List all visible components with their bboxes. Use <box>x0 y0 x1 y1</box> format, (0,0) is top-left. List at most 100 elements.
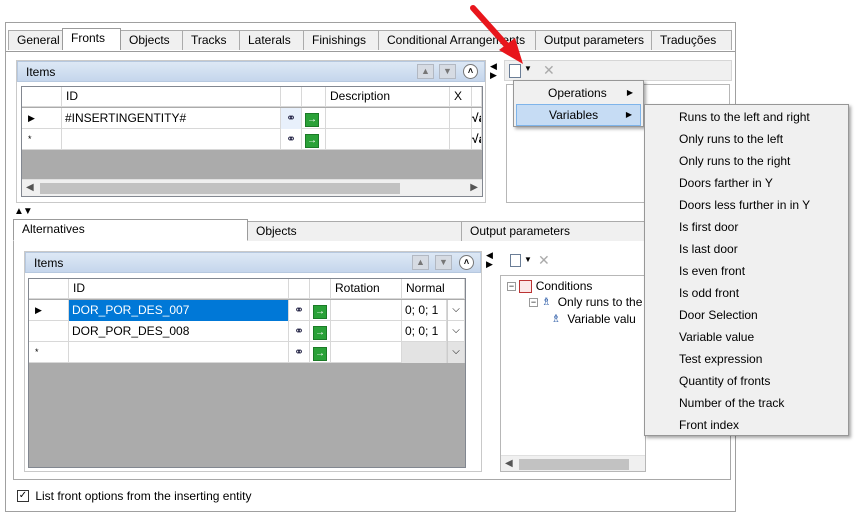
col-x[interactable]: X <box>450 87 472 107</box>
table-row[interactable]: * ⚭ → √a <box>22 129 482 150</box>
normal-cell[interactable]: 0; 0; 1 <box>402 300 447 321</box>
binoculars-icon[interactable]: ⚭ <box>289 321 310 342</box>
col-description[interactable]: Description <box>326 87 450 107</box>
submenu-arrow-icon: ▶ <box>625 110 632 119</box>
col-id[interactable]: ID <box>62 87 281 107</box>
x-cell[interactable] <box>450 108 472 129</box>
scroll-left-icon[interactable]: ◀ <box>505 458 513 469</box>
menu-item-only-runs-right[interactable]: Only runs to the right <box>647 150 846 172</box>
binoculars-icon[interactable]: ⚭ <box>281 108 302 129</box>
tree-hscrollbar[interactable]: ◀ <box>501 455 645 471</box>
collapse-icon[interactable]: ˄ <box>459 255 474 270</box>
menu-item-door-selection[interactable]: Door Selection <box>647 304 846 326</box>
description-cell[interactable] <box>326 108 450 129</box>
table-row[interactable]: * ⚭ → ⌵ <box>29 342 465 363</box>
menu-item-doors-farther-y[interactable]: Doors farther in Y <box>647 172 846 194</box>
conditions-tree[interactable]: − Conditions − ♗ Only runs to the r ♗ Va… <box>500 275 646 472</box>
delete-icon[interactable]: ✕ <box>543 62 555 79</box>
new-document-icon[interactable] <box>510 254 521 267</box>
binoculars-icon[interactable]: ⚭ <box>289 342 310 363</box>
list-front-options-checkbox[interactable]: ✓ List front options from the inserting … <box>17 488 251 503</box>
menu-item-runs-left-right[interactable]: Runs to the left and right <box>647 106 846 128</box>
description-cell[interactable] <box>326 129 450 150</box>
formula-icon[interactable]: √a <box>472 129 482 150</box>
scroll-right-icon[interactable]: ▶ <box>470 182 478 193</box>
id-cell[interactable] <box>62 129 281 150</box>
scroll-thumb[interactable] <box>519 459 629 470</box>
normal-cell[interactable] <box>402 342 447 363</box>
table-row[interactable]: ▶ DOR_POR_DES_007 ⚭ → 0; 0; 1 ⌵ <box>29 300 465 321</box>
normal-cell[interactable]: 0; 0; 1 <box>402 321 447 342</box>
scroll-thumb[interactable] <box>40 183 400 194</box>
bottom-items-grid: ID Rotation Normal ▶ DOR_POR_DES_007 ⚭ →… <box>28 278 466 468</box>
move-down-button[interactable]: ▼ <box>439 64 456 79</box>
splitter-updown-icon[interactable]: ▲▼ <box>14 206 33 217</box>
tab-tracks[interactable]: Tracks <box>182 30 240 50</box>
tab-objects[interactable]: Objects <box>120 30 183 50</box>
collapse-node-icon[interactable]: − <box>529 298 538 308</box>
menu-item-quantity-of-fronts[interactable]: Quantity of fronts <box>647 370 846 392</box>
tab-fronts[interactable]: Fronts <box>62 28 121 50</box>
menu-item-test-expression[interactable]: Test expression <box>647 348 846 370</box>
tree-node-conditions[interactable]: − Conditions <box>507 279 592 294</box>
tree-node-only-runs[interactable]: − ♗ Only runs to the r <box>529 295 646 309</box>
col-normal[interactable]: Normal <box>402 279 465 299</box>
menu-item-is-first-door[interactable]: Is first door <box>647 216 846 238</box>
delete-icon[interactable]: ✕ <box>538 252 550 269</box>
move-up-button[interactable]: ▲ <box>417 64 434 79</box>
chevron-down-icon[interactable]: ⌵ <box>447 321 465 342</box>
chevron-down-icon[interactable]: ⌵ <box>447 300 465 321</box>
rotation-cell[interactable] <box>331 321 402 342</box>
binoculars-icon[interactable]: ⚭ <box>281 129 302 150</box>
tab-output-parameters[interactable]: Output parameters <box>535 30 652 50</box>
tab-laterals[interactable]: Laterals <box>239 30 304 50</box>
menu-item-is-last-door[interactable]: Is last door <box>647 238 846 260</box>
checkbox-check-icon[interactable]: ✓ <box>17 489 29 502</box>
go-arrow-icon[interactable]: → <box>302 129 326 150</box>
tab-finishings[interactable]: Finishings <box>303 30 379 50</box>
table-row[interactable]: DOR_POR_DES_008 ⚭ → 0; 0; 1 ⌵ <box>29 321 465 342</box>
id-cell[interactable]: DOR_POR_DES_008 <box>69 321 289 342</box>
collapse-node-icon[interactable]: − <box>507 282 516 292</box>
x-cell[interactable] <box>450 129 472 150</box>
main-tab-strip: General Fronts Objects Tracks Laterals F… <box>8 28 732 52</box>
menu-item-doors-less-y[interactable]: Doors less further in in Y <box>647 194 846 216</box>
menu-item-variable-value[interactable]: Variable value <box>647 326 846 348</box>
menu-item-only-runs-left[interactable]: Only runs to the left <box>647 128 846 150</box>
menu-item-operations[interactable]: Operations ▶ <box>516 82 641 104</box>
go-arrow-icon[interactable]: → <box>310 342 331 363</box>
go-arrow-icon[interactable]: → <box>310 300 331 321</box>
tab-general[interactable]: General <box>8 30 63 50</box>
menu-item-front-index[interactable]: Front index <box>647 414 846 436</box>
col-id[interactable]: ID <box>69 279 289 299</box>
rotation-cell[interactable] <box>331 342 402 363</box>
formula-icon[interactable]: √a <box>472 108 482 129</box>
go-arrow-icon[interactable]: → <box>302 108 326 129</box>
tab-objects-sub[interactable]: Objects <box>247 221 462 241</box>
tab-traducoes[interactable]: Traduções <box>651 30 732 50</box>
move-down-button[interactable]: ▼ <box>435 255 452 270</box>
chevron-down-icon[interactable]: ⌵ <box>447 342 465 363</box>
top-hscrollbar[interactable]: ◀ ▶ <box>22 179 482 196</box>
move-up-button[interactable]: ▲ <box>412 255 429 270</box>
tab-output-parameters-sub[interactable]: Output parameters <box>461 221 646 241</box>
menu-item-number-of-track[interactable]: Number of the track <box>647 392 846 414</box>
scroll-left-icon[interactable]: ◀ <box>26 182 34 193</box>
id-cell[interactable] <box>69 342 289 363</box>
id-cell[interactable]: #INSERTINGENTITY# <box>62 108 281 129</box>
binoculars-icon[interactable]: ⚭ <box>289 300 310 321</box>
hierarchy-icon: ♗ <box>551 313 561 326</box>
tree-label: Only runs to the r <box>557 295 646 309</box>
id-cell[interactable]: DOR_POR_DES_007 <box>69 300 289 321</box>
menu-item-variables[interactable]: Variables ▶ <box>516 104 641 126</box>
dropdown-arrow-icon[interactable]: ▼ <box>524 255 532 264</box>
table-row[interactable]: ▶ #INSERTINGENTITY# ⚭ → √a <box>22 108 482 129</box>
tree-node-variable-value[interactable]: ♗ Variable valu <box>551 312 636 326</box>
menu-item-is-odd-front[interactable]: Is odd front <box>647 282 846 304</box>
splitter-arrows-icon[interactable]: ◀ ▶ <box>486 251 493 269</box>
tab-alternatives[interactable]: Alternatives <box>13 219 248 241</box>
go-arrow-icon[interactable]: → <box>310 321 331 342</box>
menu-item-is-even-front[interactable]: Is even front <box>647 260 846 282</box>
rotation-cell[interactable] <box>331 300 402 321</box>
col-rotation[interactable]: Rotation <box>331 279 402 299</box>
